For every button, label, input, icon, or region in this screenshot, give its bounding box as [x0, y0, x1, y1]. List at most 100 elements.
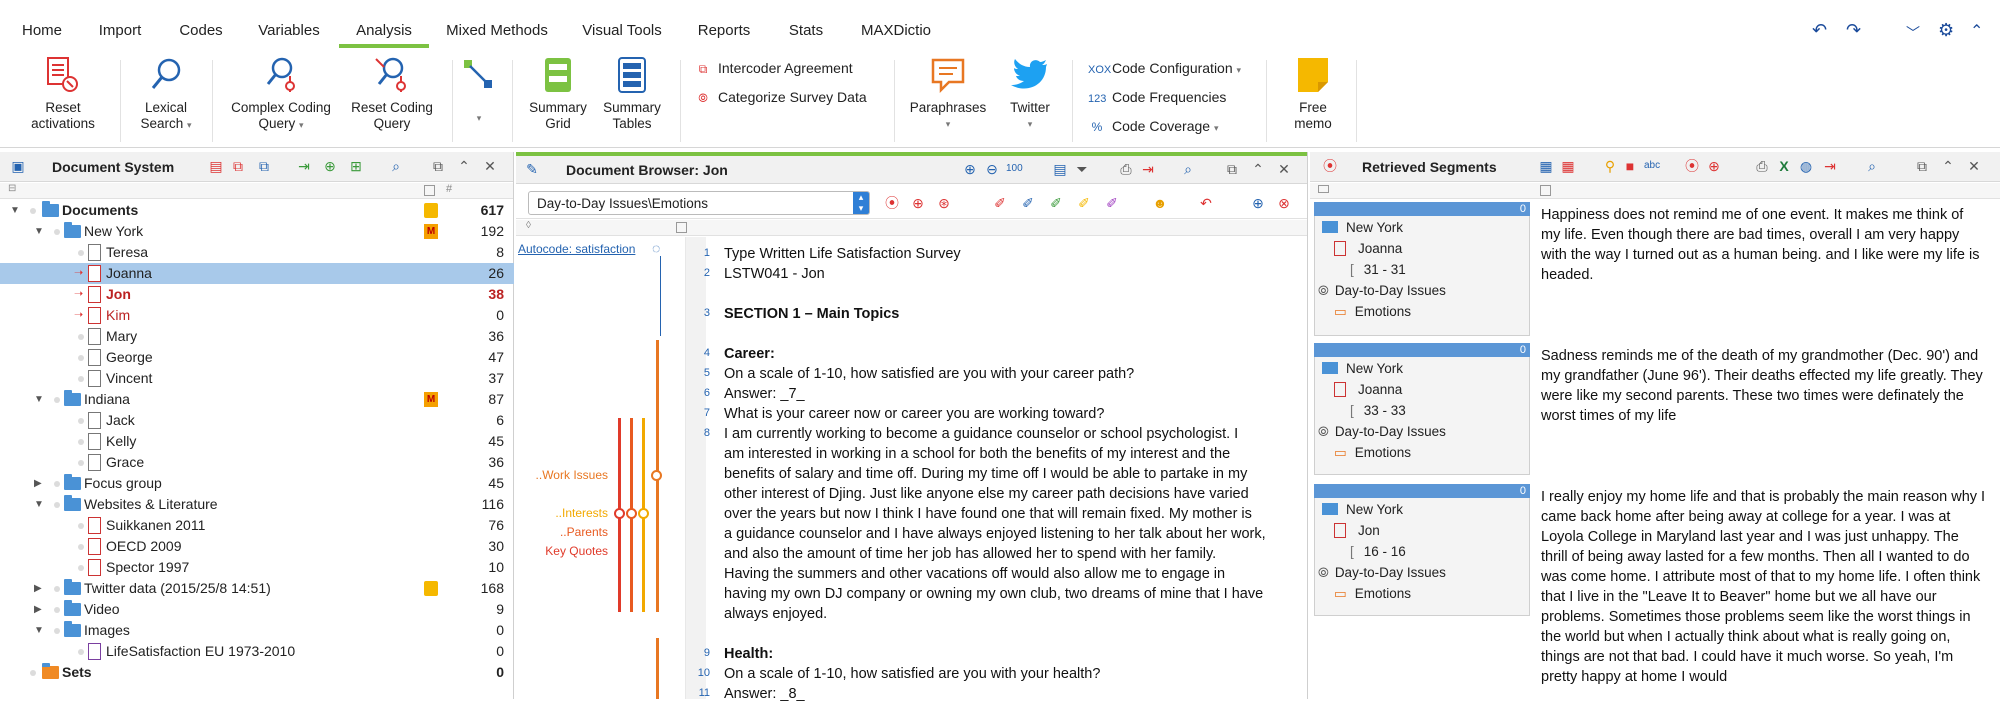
- search-icon[interactable]: ⌕: [1180, 161, 1196, 177]
- tree-item-grace[interactable]: Grace 36: [0, 452, 514, 473]
- activation-dot-icon[interactable]: [78, 439, 84, 445]
- tree-item-jon[interactable]: ➝ Jon 38: [0, 284, 514, 305]
- tree-item-images[interactable]: ▼ Images 0: [0, 620, 514, 641]
- import-icon[interactable]: ⇥: [296, 158, 312, 174]
- tab-reports[interactable]: Reports: [696, 22, 752, 48]
- tree-item-new-york[interactable]: ▼ New York M 192: [0, 221, 514, 242]
- new-document-icon[interactable]: ▤: [208, 158, 224, 174]
- tab-maxdictio[interactable]: MAXDictio: [858, 22, 934, 48]
- summary-tables-button[interactable]: Summary Tables: [594, 54, 670, 132]
- document-line[interactable]: Type Written Life Satisfaction Survey: [724, 244, 961, 264]
- tree-item-oecd[interactable]: OECD 2009 30: [0, 536, 514, 557]
- document-line[interactable]: over the years but now I think I have fo…: [724, 504, 1252, 524]
- paraphrases-button[interactable]: Paraphrases ▾: [902, 54, 994, 132]
- zoom-out-icon[interactable]: ⊖: [984, 161, 1000, 177]
- search-icon[interactable]: ⌕: [1864, 158, 1880, 174]
- code-add-icon[interactable]: ⊕: [910, 195, 926, 211]
- undo-coding-icon[interactable]: ↶: [1198, 195, 1214, 211]
- expand-arrow-icon[interactable]: ▶: [34, 599, 46, 620]
- document-line[interactable]: SECTION 1 – Main Topics: [724, 304, 899, 324]
- code-configuration-button[interactable]: XOXCode Configuration ▾: [1088, 58, 1241, 78]
- highlight-red-icon[interactable]: ✐: [992, 195, 1008, 211]
- tree-item-websites-literature[interactable]: ▼ Websites & Literature 116: [0, 494, 514, 515]
- memo-icon[interactable]: [424, 581, 438, 596]
- activation-dot-icon[interactable]: [78, 523, 84, 529]
- highlight-purple-icon[interactable]: ✐: [1104, 195, 1120, 211]
- document-group-icon[interactable]: ⧉: [256, 158, 272, 174]
- highlight-blue-icon[interactable]: ✐: [1020, 195, 1036, 211]
- activation-dot-icon[interactable]: [54, 502, 60, 508]
- add-document-icon[interactable]: ⊕: [322, 158, 338, 174]
- activation-dot-icon[interactable]: [78, 376, 84, 382]
- segment-text[interactable]: Happiness does not remind me of one even…: [1541, 205, 1986, 285]
- redo-icon[interactable]: ↷: [1846, 20, 1861, 41]
- document-line[interactable]: Answer: _8_: [724, 684, 805, 704]
- tree-item-indiana[interactable]: ▼ Indiana M 87: [0, 389, 514, 410]
- filter-icon[interactable]: ⏷: [1074, 161, 1090, 177]
- import-documents-icon[interactable]: ⧉: [230, 158, 246, 174]
- close-icon[interactable]: ✕: [1966, 158, 1982, 174]
- tree-item-focus-group[interactable]: ▶ Focus group 45: [0, 473, 514, 494]
- activation-dot-icon[interactable]: [54, 607, 60, 613]
- activation-dot-icon[interactable]: [78, 418, 84, 424]
- code-relations-button[interactable]: ▾: [458, 54, 500, 126]
- document-line[interactable]: Health:: [724, 644, 773, 664]
- code-coverage-button[interactable]: % Code Coverage ▾: [1088, 116, 1219, 136]
- emoticode-icon[interactable]: ☻: [1152, 195, 1168, 211]
- activation-dot-icon[interactable]: [30, 208, 36, 214]
- document-line[interactable]: On a scale of 1-10, how satisfied are yo…: [724, 664, 1100, 684]
- export-icon[interactable]: ⇥: [1140, 161, 1156, 177]
- color-filter-icon[interactable]: ■: [1622, 158, 1638, 174]
- zoom-100-icon[interactable]: 100: [1006, 161, 1023, 177]
- overview-icon[interactable]: ▦: [1560, 158, 1576, 174]
- add-code-icon[interactable]: ⊕: [1250, 195, 1266, 211]
- tab-stats[interactable]: Stats: [786, 22, 826, 48]
- tree-item-mary[interactable]: Mary 36: [0, 326, 514, 347]
- excel-icon[interactable]: X: [1776, 158, 1792, 174]
- tree-item-george[interactable]: George 47: [0, 347, 514, 368]
- complex-coding-query-button[interactable]: Complex Coding Query ▾: [222, 54, 340, 133]
- collapse-arrow-icon[interactable]: ▼: [34, 389, 46, 410]
- document-line[interactable]: other interest of Djing. Just like anyon…: [724, 484, 1249, 504]
- close-icon[interactable]: ✕: [482, 158, 498, 174]
- code-label-work-issues[interactable]: ..Work Issues: [530, 468, 608, 482]
- remove-code-icon[interactable]: ⊗: [1276, 195, 1292, 211]
- categorize-survey-data-button[interactable]: ⦾ Categorize Survey Data: [694, 87, 866, 107]
- collapse-arrow-icon[interactable]: ▼: [34, 620, 46, 641]
- code-label-key-quotes[interactable]: Key Quotes: [530, 544, 608, 558]
- activation-dot-icon[interactable]: [30, 670, 36, 676]
- code-in-vivo-icon[interactable]: ⊛: [936, 195, 952, 211]
- tab-home[interactable]: Home: [22, 22, 62, 48]
- tree-item-spector[interactable]: Spector 1997 10: [0, 557, 514, 578]
- tab-import[interactable]: Import: [98, 22, 142, 48]
- search-icon[interactable]: ⌕: [388, 158, 404, 174]
- document-line[interactable]: always enjoyed.: [724, 604, 827, 624]
- document-line[interactable]: Career:: [724, 344, 775, 364]
- zoom-in-icon[interactable]: ⊕: [962, 161, 978, 177]
- undo-icon[interactable]: ↶: [1812, 20, 1827, 41]
- tree-item-vincent[interactable]: Vincent 37: [0, 368, 514, 389]
- code-label-parents[interactable]: ..Parents: [530, 525, 608, 539]
- activation-dot-icon[interactable]: [54, 229, 60, 235]
- tree-item-teresa[interactable]: Teresa 8: [0, 242, 514, 263]
- collapse-arrow-icon[interactable]: ▼: [34, 221, 46, 242]
- intercoder-agreement-button[interactable]: ⧉ Intercoder Agreement: [694, 58, 853, 78]
- tree-item-twitter-data[interactable]: ▶ Twitter data (2015/25/8 14:51) 168: [0, 578, 514, 599]
- collapse-arrow-icon[interactable]: ▼: [34, 494, 46, 515]
- highlight-green-icon[interactable]: ✐: [1048, 195, 1064, 211]
- segment-document[interactable]: Jon: [1334, 523, 1380, 538]
- tab-codes[interactable]: Codes: [178, 22, 224, 48]
- tree-item-joanna[interactable]: ➝ Joanna 26: [0, 263, 514, 284]
- globe-icon[interactable]: ◍: [1798, 158, 1814, 174]
- document-line[interactable]: Having the summers and other vacations o…: [724, 564, 1225, 584]
- code-label-interests[interactable]: ..Interests: [530, 506, 608, 520]
- document-line[interactable]: Answer: _7_: [724, 384, 805, 404]
- segment-document[interactable]: Joanna: [1334, 382, 1402, 397]
- lexical-search-button[interactable]: Lexical Search ▾: [130, 54, 202, 133]
- collapse-ribbon-icon[interactable]: ⌃: [1970, 21, 1983, 41]
- print-icon[interactable]: ⎙: [1754, 158, 1770, 174]
- tab-analysis[interactable]: Analysis: [339, 22, 429, 48]
- add-folder-icon[interactable]: ⊞: [348, 158, 364, 174]
- autocode-label[interactable]: Autocode: satisfaction: [518, 242, 635, 256]
- code-frequencies-button[interactable]: 123 Code Frequencies: [1088, 87, 1226, 107]
